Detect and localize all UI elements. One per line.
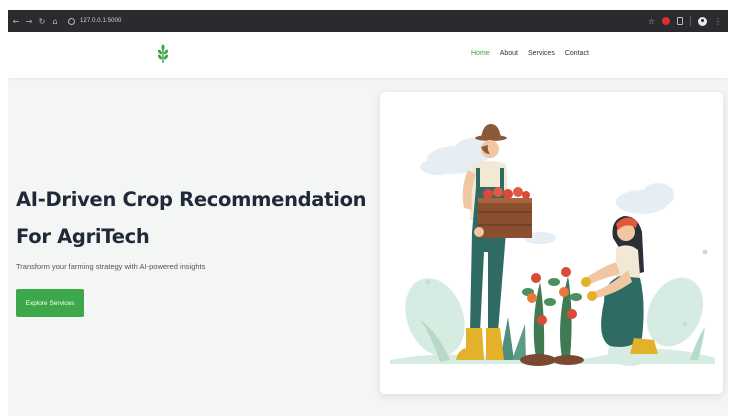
toolbar-actions: ☆ ⋮: [648, 10, 722, 32]
hero-image-card: [380, 92, 723, 394]
url-text[interactable]: 127.0.0.1:5000: [80, 18, 121, 24]
star-icon[interactable]: ☆: [648, 17, 655, 26]
browser-toolbar: ← → ↻ ⌂ 127.0.0.1:5000 ☆ ⋮: [8, 10, 728, 32]
nav-contact-link[interactable]: Contact: [565, 50, 589, 57]
extension-icon[interactable]: [662, 17, 670, 25]
address-bar[interactable]: 127.0.0.1:5000: [68, 17, 121, 25]
nav-home-link[interactable]: Home: [471, 50, 490, 57]
reload-icon[interactable]: ↻: [37, 17, 47, 26]
home-icon[interactable]: ⌂: [50, 17, 60, 26]
sidebar-icon[interactable]: [677, 17, 683, 25]
nav-about-link[interactable]: About: [500, 50, 518, 57]
site-info-icon[interactable]: [68, 17, 75, 25]
nav-services-link[interactable]: Services: [528, 50, 555, 57]
menu-icon[interactable]: ⋮: [714, 17, 722, 26]
profile-icon[interactable]: [698, 16, 707, 26]
farmers-illustration: [390, 124, 715, 366]
browser-window: ← → ↻ ⌂ 127.0.0.1:5000 ☆ ⋮ Home About Se…: [8, 10, 728, 416]
back-icon[interactable]: ←: [11, 17, 21, 26]
explore-services-button[interactable]: Explore Services: [16, 289, 84, 317]
site-header: Home About Services Contact: [8, 32, 728, 78]
forward-icon[interactable]: →: [24, 17, 34, 26]
cloud-right: [524, 183, 674, 244]
sprout-icon[interactable]: [156, 44, 170, 64]
hero-subtitle: Transform your farming strategy with AI-…: [16, 262, 206, 271]
main-nav: Home About Services Contact: [471, 50, 589, 57]
tomato-plants: [520, 267, 584, 366]
toolbar-divider: [690, 16, 691, 26]
hero-title: AI-Driven Crop Recommendation For AgriTe…: [16, 188, 367, 248]
foliage: [390, 249, 715, 366]
farmer-woman: [581, 216, 658, 354]
